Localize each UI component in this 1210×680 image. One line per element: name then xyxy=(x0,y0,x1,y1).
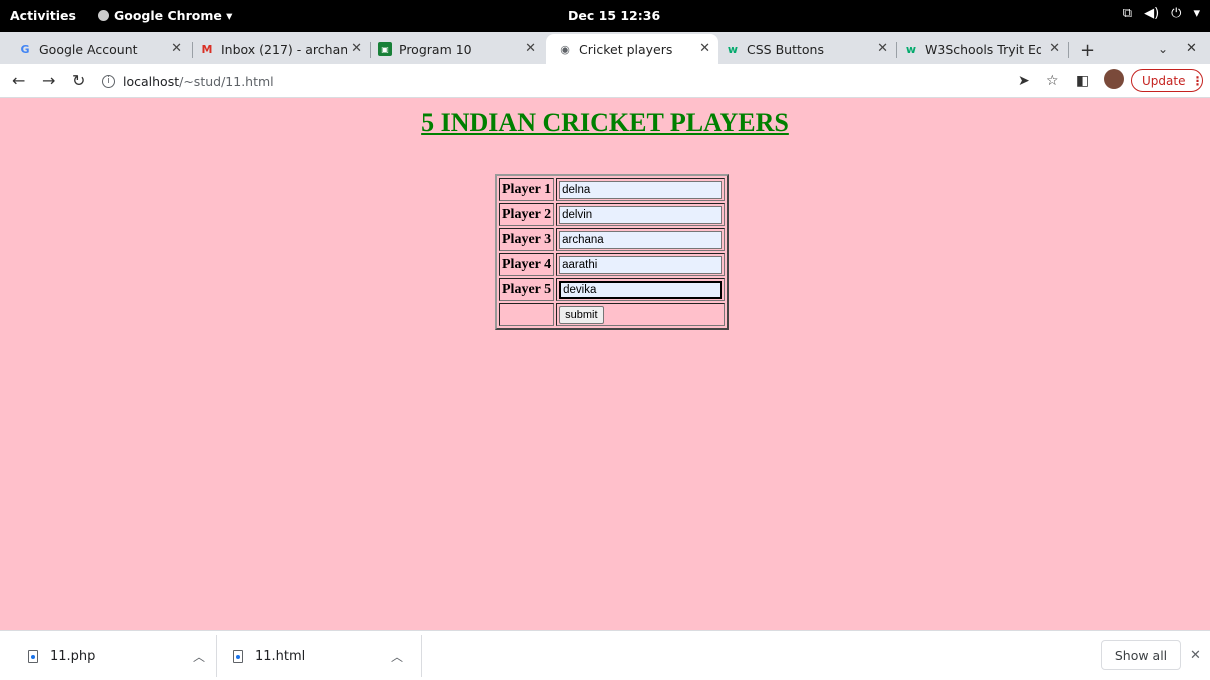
tab-separator xyxy=(192,42,193,58)
tab-program-10[interactable]: ▣ Program 10 ✕ xyxy=(378,34,544,64)
tab-separator xyxy=(370,42,371,58)
chevron-up-icon[interactable]: ︿ xyxy=(193,648,205,665)
w3schools-icon: w xyxy=(727,42,739,56)
table-cell xyxy=(556,203,726,226)
player-1-input[interactable] xyxy=(559,181,723,199)
w3schools-icon: w xyxy=(905,42,917,56)
tab-google-account[interactable]: G Google Account ✕ xyxy=(18,34,190,64)
chevron-up-icon[interactable]: ︿ xyxy=(391,648,403,665)
power-icon: ⏻ xyxy=(1171,6,1182,21)
activities-button[interactable]: Activities xyxy=(10,8,76,23)
update-button[interactable]: Update ⋮ xyxy=(1131,69,1203,92)
empty-cell xyxy=(499,303,555,326)
reload-icon[interactable]: ↻ xyxy=(72,71,85,90)
tab-label: Google Account xyxy=(39,41,138,57)
close-icon[interactable]: ✕ xyxy=(171,41,182,56)
close-icon[interactable]: ✕ xyxy=(351,41,362,56)
browser-toolbar: ← → ↻ i localhost/~stud/11.html ➤ ☆ ◧ xyxy=(0,64,1210,98)
app-menu[interactable]: Google Chrome ▾ xyxy=(98,8,232,23)
clock[interactable]: Dec 15 12:36 xyxy=(568,8,660,23)
page-title: 5 INDIAN CRICKET PLAYERS xyxy=(421,108,789,137)
players-form-table: Player 1 Player 2 Player 3 Player 4 Play… xyxy=(495,174,730,330)
table-row: Player 3 xyxy=(499,228,726,251)
window-close-icon[interactable]: ✕ xyxy=(1186,41,1197,56)
player-2-input[interactable] xyxy=(559,206,723,224)
more-vert-icon: ⋮ xyxy=(1191,73,1204,88)
url-path: /~stud/11.html xyxy=(179,73,274,89)
bookmark-star-icon[interactable]: ☆ xyxy=(1046,73,1059,89)
info-icon[interactable]: i xyxy=(102,74,115,88)
menu-arrow-icon: ▾ xyxy=(1193,6,1200,21)
player-4-label: Player 4 xyxy=(499,253,555,276)
player-5-label: Player 5 xyxy=(499,278,555,301)
download-item-php[interactable]: 11.php ︿ xyxy=(28,631,216,680)
back-icon[interactable]: ← xyxy=(12,71,25,90)
tab-label: Cricket players xyxy=(579,41,673,57)
tab-separator xyxy=(1068,42,1069,58)
player-4-input[interactable] xyxy=(559,256,723,274)
tab-search-icon[interactable]: ⌄ xyxy=(1158,42,1168,56)
new-tab-icon[interactable]: + xyxy=(1080,40,1095,61)
download-filename: 11.html xyxy=(255,648,306,664)
volume-icon: ◀) xyxy=(1144,6,1160,21)
show-all-button[interactable]: Show all xyxy=(1101,640,1181,670)
player-3-input[interactable] xyxy=(559,231,723,249)
player-1-label: Player 1 xyxy=(499,178,555,201)
tab-label: CSS Buttons xyxy=(747,41,824,57)
chrome-icon xyxy=(98,10,109,21)
globe-icon: ◉ xyxy=(560,42,570,56)
close-downloads-icon[interactable]: ✕ xyxy=(1190,648,1201,663)
file-icon xyxy=(233,649,243,663)
send-icon[interactable]: ➤ xyxy=(1018,73,1030,89)
tab-css-buttons[interactable]: w CSS Buttons ✕ xyxy=(726,34,896,64)
table-cell xyxy=(556,228,726,251)
tab-w3schools-tryit[interactable]: w W3Schools Tryit Ed ✕ xyxy=(904,34,1068,64)
google-icon: G xyxy=(20,42,30,56)
table-row: Player 2 xyxy=(499,203,726,226)
table-row: Player 1 xyxy=(499,178,726,201)
close-icon[interactable]: ✕ xyxy=(699,41,710,56)
tab-inbox[interactable]: M Inbox (217) - archan ✕ xyxy=(200,34,370,64)
table-row: Player 4 xyxy=(499,253,726,276)
forward-icon[interactable]: → xyxy=(42,71,55,90)
tab-cricket-players[interactable]: ◉ Cricket players ✕ xyxy=(546,34,718,64)
profile-avatar[interactable] xyxy=(1104,69,1124,89)
player-2-label: Player 2 xyxy=(499,203,555,226)
tab-label: Program 10 xyxy=(399,41,472,57)
tab-label: Inbox (217) - archan xyxy=(221,41,347,57)
download-item-html[interactable]: 11.html ︿ xyxy=(233,631,421,680)
table-cell xyxy=(556,278,726,301)
tab-label: W3Schools Tryit Ed xyxy=(925,41,1041,57)
file-icon xyxy=(28,649,38,663)
close-icon[interactable]: ✕ xyxy=(1049,41,1060,56)
url-host: localhost xyxy=(123,73,180,89)
address-bar[interactable]: i localhost/~stud/11.html xyxy=(102,69,982,93)
download-separator xyxy=(421,635,422,677)
close-icon[interactable]: ✕ xyxy=(525,41,536,56)
side-panel-icon[interactable]: ◧ xyxy=(1076,73,1089,89)
table-cell: submit xyxy=(556,303,726,326)
table-row: Player 5 xyxy=(499,278,726,301)
network-icon: ⧉ xyxy=(1122,6,1133,21)
tab-separator xyxy=(896,42,897,58)
submit-button[interactable]: submit xyxy=(559,306,604,324)
close-icon[interactable]: ✕ xyxy=(877,41,888,56)
table-cell xyxy=(556,178,726,201)
table-cell xyxy=(556,253,726,276)
download-separator xyxy=(216,635,217,677)
system-top-bar: Activities Google Chrome ▾ Dec 15 12:36 … xyxy=(0,0,1210,32)
tab-strip: G Google Account ✕ M Inbox (217) - archa… xyxy=(0,32,1210,64)
app-menu-label: Google Chrome ▾ xyxy=(114,8,233,23)
download-filename: 11.php xyxy=(50,648,96,664)
update-label: Update xyxy=(1142,73,1186,88)
player-3-label: Player 3 xyxy=(499,228,555,251)
gmail-icon: M xyxy=(201,42,213,56)
table-row: submit xyxy=(499,303,726,326)
classroom-icon: ▣ xyxy=(378,42,392,56)
downloads-bar: 11.php ︿ 11.html ︿ xyxy=(0,630,1210,680)
player-5-input[interactable] xyxy=(559,281,723,299)
system-tray[interactable]: ⧉ ◀) ⏻ ▾ xyxy=(1123,6,1200,21)
